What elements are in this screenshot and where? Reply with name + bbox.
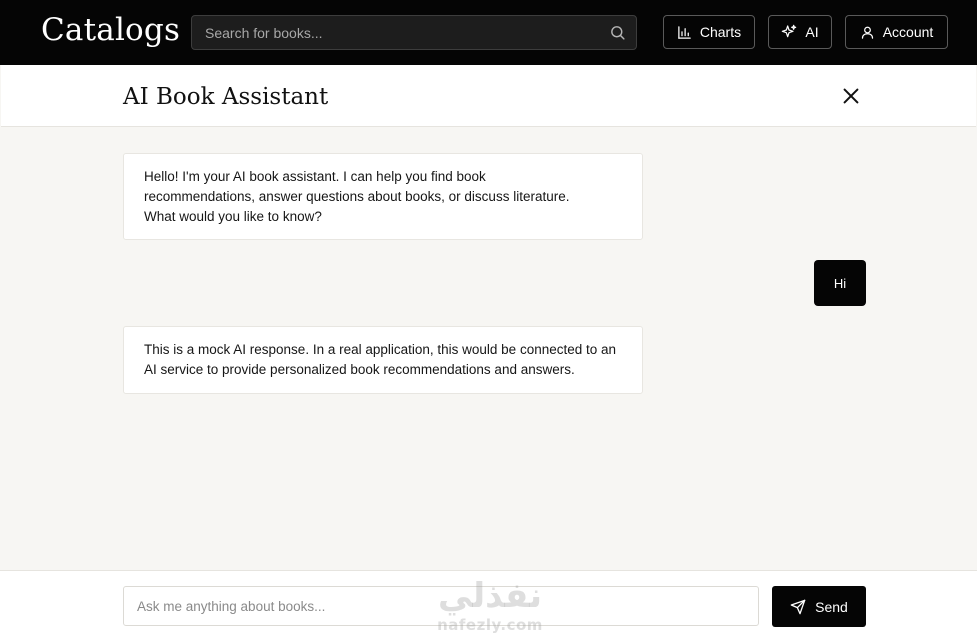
send-button-label: Send: [815, 598, 848, 615]
app-logo[interactable]: Catalogs: [41, 12, 180, 48]
search-icon[interactable]: [609, 24, 626, 41]
message-line: Hello! I'm your AI book assistant. I can…: [144, 169, 486, 184]
charts-button[interactable]: Charts: [663, 15, 755, 49]
message-line: recommendations, answer questions about …: [144, 189, 570, 204]
user-message: Hi: [814, 260, 866, 306]
ai-button-label: AI: [805, 24, 819, 40]
send-icon: [790, 599, 806, 614]
top-navigation-bar: Catalogs Charts AI Acco: [0, 0, 977, 65]
chat-input[interactable]: [123, 586, 759, 626]
account-button[interactable]: Account: [845, 15, 948, 49]
account-button-label: Account: [882, 24, 934, 40]
message-line: What would you like to know?: [144, 209, 322, 224]
close-icon[interactable]: [840, 85, 862, 107]
charts-button-label: Charts: [699, 24, 742, 40]
message-line: AI service to provide personalized book …: [144, 362, 575, 377]
bar-chart-icon: [678, 25, 691, 39]
message-line: This is a mock AI response. In a real ap…: [144, 342, 617, 357]
assistant-message: This is a mock AI response. In a real ap…: [123, 326, 643, 394]
page-title: AI Book Assistant: [123, 84, 329, 110]
user-icon: [861, 26, 873, 39]
chat-composer: Send: [0, 570, 977, 641]
search-box[interactable]: [191, 15, 637, 50]
send-button[interactable]: Send: [772, 586, 866, 627]
user-message-text: Hi: [833, 275, 847, 291]
sparkles-icon: [782, 24, 797, 38]
assistant-message: Hello! I'm your AI book assistant. I can…: [123, 153, 643, 240]
ai-button[interactable]: AI: [768, 15, 832, 49]
assistant-panel-header: AI Book Assistant: [1, 65, 976, 127]
search-input[interactable]: [192, 16, 592, 49]
